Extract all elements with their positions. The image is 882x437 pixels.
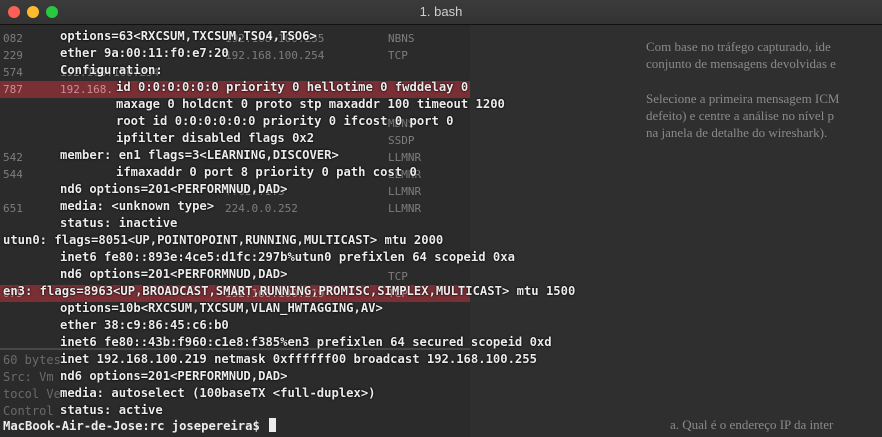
packet-detail-line: Src: Vm [3,370,54,384]
packet-dst: 224.0.0.252 [225,202,298,215]
packet-proto: LLMNR [388,202,422,215]
packet-no: 229 [3,49,23,62]
terminal-line: member: en1 flags=3<LEARNING,DISCOVER> [60,148,339,162]
terminal-line: media: <unknown type> [60,199,215,213]
terminal-line: en3: flags=8963<UP,BROADCAST,SMART,RUNNI… [3,284,576,298]
packet-no: 544 [3,168,23,181]
packet-detail-line: tocol Ve [3,387,61,401]
terminal-line: inet 192.168.100.219 netmask 0xffffff00 … [60,352,537,366]
terminal-line: inet6 fe80::43b:f960:c1e8:f385%en3 prefi… [60,335,552,349]
packet-no: 651 [3,202,23,215]
packet-dst: 192.168.100.254 [225,49,325,62]
document-line: a. Qual é o endereço IP da inter [670,417,834,432]
text-cursor [269,418,277,432]
terminal-line: ether 9a:00:11:f0:e7:20 [60,46,229,60]
packet-proto: LLMNR [388,185,422,198]
document-line: defeito) e centre a análise no nível p [646,108,835,123]
packet-no: 542 [3,151,23,164]
packet-src: 192.168. [60,83,113,96]
document-line: Com base no tráfego capturado, ide [646,39,831,54]
terminal-line: nd6 options=201<PERFORMNUD,DAD> [60,369,288,383]
terminal-line: Configuration: [60,63,163,77]
packet-proto: TCP [388,49,408,62]
terminal-line: ifmaxaddr 0 port 8 priority 0 path cost … [116,165,417,179]
packet-no: 787 [3,83,23,96]
document-line: conjunto de mensagens devolvidas e [646,56,836,71]
packet-no: 082 [3,32,23,45]
packet-proto: NBNS [388,32,415,45]
packet-detail-line: Control [3,404,54,418]
terminal-line: inet6 fe80::893e:4ce5:d1fc:297b%utun0 pr… [60,250,515,264]
terminal-line: ipfilter disabled flags 0x2 [116,131,315,145]
terminal-line: status: inactive [60,216,178,230]
prompt-text: MacBook-Air-de-Jose:rc josepereira$ [3,419,268,433]
terminal-line: options=10b<RXCSUM,TXCSUM,VLAN_HWTAGGING… [60,301,383,315]
packet-proto: SSDP [388,134,415,147]
terminal-line: nd6 options=201<PERFORMNUD,DAD> [60,182,288,196]
terminal-line: maxage 0 holdcnt 0 proto stp maxaddr 100… [116,97,505,111]
terminal-line: root id 0:0:0:0:0:0 priority 0 ifcost 0 … [116,114,454,128]
terminal-line: media: autoselect (100baseTX <full-duple… [60,386,376,400]
document-line: na janela de detalhe do wireshark). [646,125,828,140]
terminal-line: nd6 options=201<PERFORMNUD,DAD> [60,267,288,281]
terminal-line: id 0:0:0:0:0:0 priority 0 hellotime 0 fw… [116,80,469,94]
terminal-line: utun0: flags=8051<UP,POINTOPOINT,RUNNING… [3,233,444,247]
terminal-line: status: active [60,403,163,417]
document-line: Selecione a primeira mensagem ICM [646,91,840,106]
background-document: Com base no tráfego capturado, ide conjun… [470,24,882,437]
terminal-line: options=63<RXCSUM,TXCSUM,TSO4,TSO6> [60,29,317,43]
window-title: 1. bash [419,4,463,19]
terminal-line: ether 38:c9:86:45:c6:b0 [60,318,229,332]
title-bar: 1. bash [0,0,882,25]
terminal-prompt-line[interactable]: MacBook-Air-de-Jose:rc josepereira$ [3,418,277,435]
packet-no: 574 [3,66,23,79]
packet-detail-line: 60 bytes [3,353,61,367]
